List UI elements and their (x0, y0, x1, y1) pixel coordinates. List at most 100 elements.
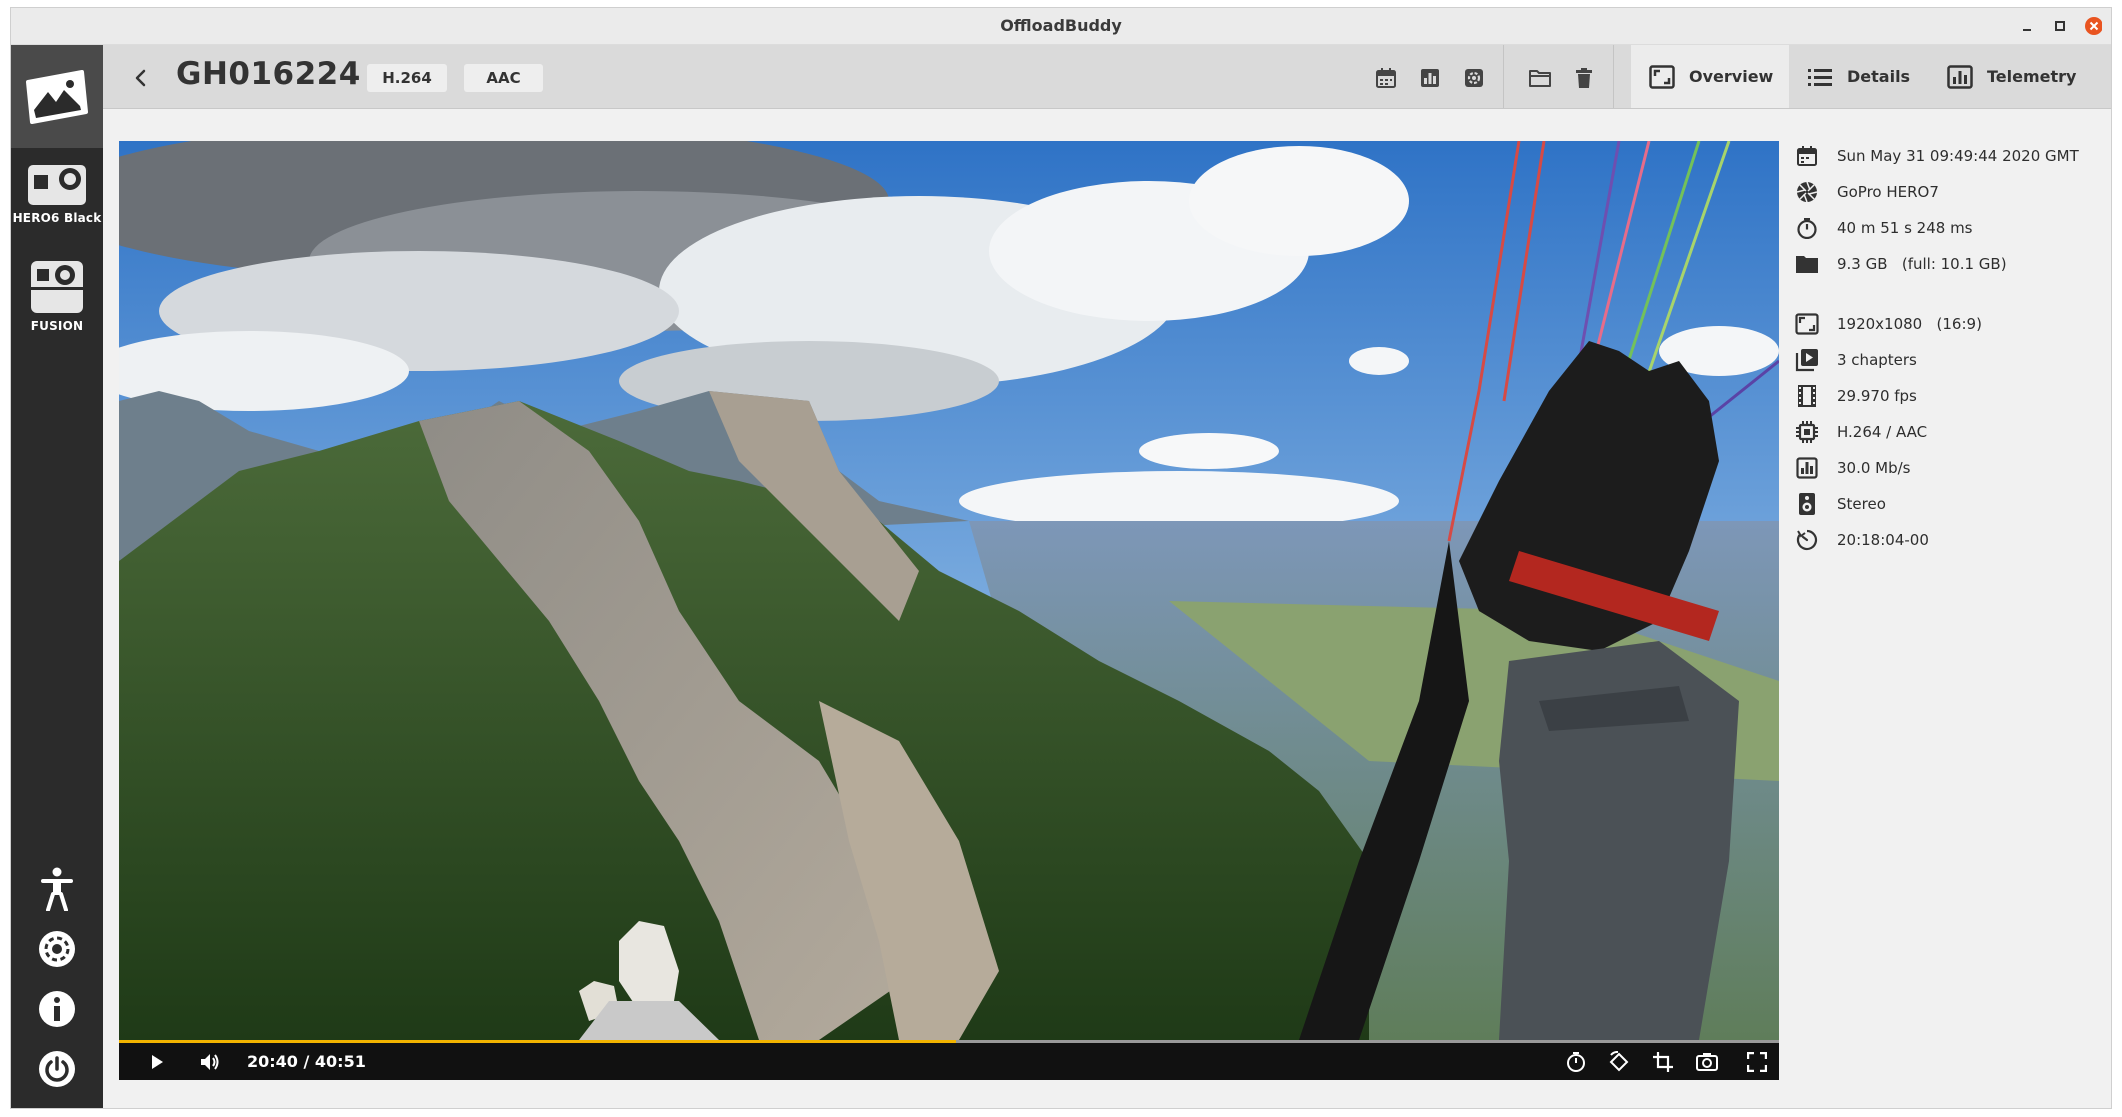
maximize-icon[interactable] (2051, 17, 2069, 35)
chip-icon (1795, 420, 1819, 444)
sidebar-logo[interactable] (11, 45, 103, 148)
info-chapters: 3 chapters (1795, 345, 2105, 375)
fullscreen-icon (1747, 1052, 1767, 1072)
device-hero6-black[interactable]: HERO6 Black (11, 163, 103, 225)
stopwatch-icon (1795, 216, 1819, 240)
crop-icon (1653, 1052, 1673, 1072)
settings-button[interactable] (11, 921, 103, 977)
encode-button[interactable] (1457, 61, 1491, 95)
info-date: Sun May 31 09:49:44 2020 GMT (1795, 141, 2105, 171)
info-text: Stereo (1837, 495, 1886, 513)
audio-codec-badge: AAC (464, 64, 543, 92)
info-text: 30.0 Mb/s (1837, 459, 1911, 477)
progress-fill (119, 1040, 956, 1043)
info-text: 40 m 51 s 248 ms (1837, 219, 1973, 237)
sidebar: HERO6 Black FUSION (11, 45, 103, 1108)
chart-icon (1947, 64, 1973, 89)
toolbar-separator (1613, 45, 1614, 108)
player-controls: 20:40 / 40:51 (119, 1040, 1779, 1080)
tab-overview-label: Overview (1689, 67, 1774, 86)
timecode-icon (1795, 528, 1819, 552)
video-codec-badge: H.264 (367, 64, 447, 92)
info-audio: Stereo (1795, 489, 2105, 519)
progress-track[interactable] (119, 1040, 1779, 1043)
timer-button[interactable] (1561, 1048, 1591, 1076)
tab-overview[interactable]: Overview (1631, 45, 1789, 108)
title-bar: OffloadBuddy (11, 8, 2111, 45)
info-bitrate: 30.0 Mb/s (1795, 453, 2105, 483)
open-folder-button[interactable] (1523, 61, 1557, 95)
fullscreen-button[interactable] (1742, 1048, 1772, 1076)
power-icon (39, 1051, 75, 1087)
folder-icon (1529, 70, 1551, 87)
chapters-icon (1795, 348, 1819, 372)
tab-telemetry[interactable]: Telemetry (1929, 45, 2095, 108)
gear-box-icon (1465, 69, 1483, 87)
snapshot-button[interactable] (1692, 1048, 1722, 1076)
speaker-icon (1795, 492, 1819, 516)
info-text: 3 chapters (1837, 351, 1917, 369)
snapshot-icon (1696, 1053, 1718, 1071)
rotate-button[interactable] (1604, 1048, 1634, 1076)
info-framerate: 29.970 fps (1795, 381, 2105, 411)
volume-icon (201, 1054, 219, 1070)
accessibility-icon (41, 867, 73, 911)
info-text: H.264 / AAC (1837, 423, 1928, 441)
delete-button[interactable] (1567, 61, 1601, 95)
aperture-icon (1795, 180, 1819, 204)
crop-button[interactable] (1648, 1048, 1678, 1076)
device-label: FUSION (30, 319, 84, 333)
info-text: 1920x1080 (16:9) (1837, 315, 1982, 333)
app-logo-icon (26, 69, 88, 124)
volume-button[interactable] (195, 1048, 225, 1076)
info-button[interactable] (11, 981, 103, 1037)
settings-icon (39, 931, 75, 967)
info-text: 29.970 fps (1837, 387, 1917, 405)
tab-details[interactable]: Details (1789, 45, 1929, 108)
toolbar-separator (1503, 45, 1504, 108)
date-button[interactable] (1369, 61, 1403, 95)
app-window: OffloadBuddy HERO6 Black FUSION GH016224… (10, 7, 2112, 1109)
video-frame (119, 141, 1779, 1040)
play-icon (152, 1055, 163, 1069)
power-button[interactable] (11, 1041, 103, 1097)
tab-telemetry-label: Telemetry (1987, 67, 2077, 86)
info-camera: GoPro HERO7 (1795, 177, 2105, 207)
device-fusion[interactable]: FUSION (11, 259, 103, 333)
video-player[interactable]: 20:40 / 40:51 (119, 141, 1779, 1080)
aspect-icon (1649, 64, 1675, 89)
playback-time: 20:40 / 40:51 (247, 1052, 366, 1071)
timer-icon (1567, 1052, 1585, 1072)
accessibility-button[interactable] (11, 861, 103, 917)
info-text: GoPro HERO7 (1837, 183, 1939, 201)
info-codec: H.264 / AAC (1795, 417, 2105, 447)
trash-icon (1576, 68, 1592, 88)
folder-icon (1795, 252, 1819, 276)
info-size: 9.3 GB (full: 10.1 GB) (1795, 249, 2105, 279)
info-resolution: 1920x1080 (16:9) (1795, 309, 2105, 339)
calendar-icon (1795, 144, 1819, 168)
window-title: OffloadBuddy (1000, 16, 1122, 35)
info-duration: 40 m 51 s 248 ms (1795, 213, 2105, 243)
calendar-icon (1376, 68, 1396, 88)
back-button[interactable] (124, 61, 158, 95)
rotate-icon (1609, 1051, 1629, 1072)
info-text: 9.3 GB (full: 10.1 GB) (1837, 255, 2007, 273)
device-label: HERO6 Black (12, 211, 102, 225)
film-icon (1795, 384, 1819, 408)
bitrate-icon (1795, 456, 1819, 480)
info-text: 20:18:04-00 (1837, 531, 1929, 549)
camera-icon (28, 165, 86, 205)
close-icon[interactable] (2084, 17, 2102, 35)
stats-button[interactable] (1413, 61, 1447, 95)
info-timecode: 20:18:04-00 (1795, 525, 2105, 555)
play-button[interactable] (143, 1048, 171, 1076)
minimize-icon[interactable] (2018, 17, 2036, 35)
list-icon (1808, 68, 1832, 86)
bar-chart-icon (1421, 69, 1439, 87)
file-title: GH016224 (176, 56, 361, 92)
aspect-icon (1795, 312, 1819, 336)
tab-details-label: Details (1847, 67, 1911, 86)
chevron-left-icon (135, 69, 146, 87)
camera-icon (31, 261, 83, 313)
